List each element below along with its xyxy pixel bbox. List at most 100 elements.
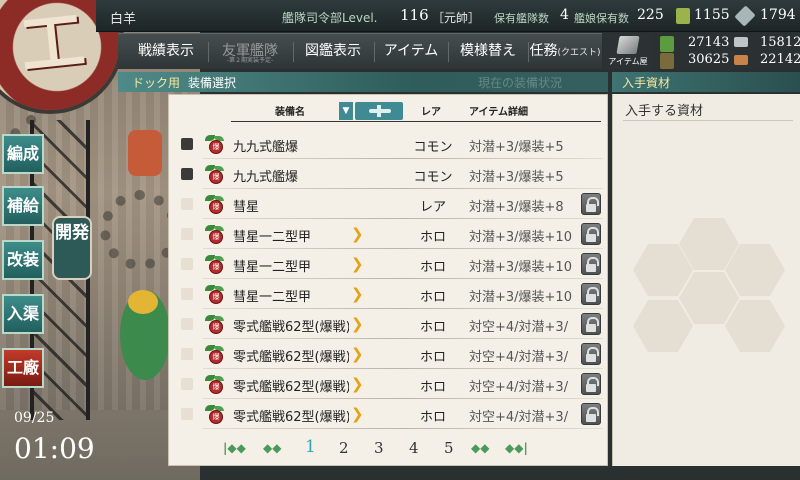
equipment-rarity: ホロ	[419, 350, 446, 365]
emblem-character: 工	[16, 2, 89, 85]
hex-slot	[633, 300, 693, 352]
table-row[interactable]: 爆九九式艦爆 コモン 対潜+3/爆装+5	[169, 129, 609, 159]
lock-icon[interactable]	[581, 283, 601, 305]
equipment-detail: 対空+4/対潜+3/	[469, 410, 569, 425]
column-header-detail: アイテム詳細	[469, 107, 528, 118]
menu-items[interactable]: アイテム	[376, 34, 446, 70]
equipment-rarity: ホロ	[419, 320, 446, 335]
next-page-button[interactable]: ◆◆	[471, 441, 489, 455]
column-header-name: 装備名	[275, 107, 305, 118]
row-checkbox[interactable]	[181, 258, 193, 270]
row-checkbox[interactable]	[181, 288, 193, 300]
bucket-icon	[676, 8, 690, 24]
improvement-chevron-icon: ❯	[351, 285, 364, 303]
equipment-rarity: ホロ	[419, 230, 446, 245]
steel-value: 15812	[760, 35, 800, 50]
table-row[interactable]: 爆零式艦戦62型(爆戦) ❯ ホロ 対空+4/対潜+3/	[169, 309, 609, 339]
equipment-rarity: ホロ	[419, 410, 446, 425]
improvement-chevron-icon: ❯	[351, 375, 364, 393]
breadcrumb: ドック用	[132, 76, 181, 90]
item-shop-icon	[616, 36, 640, 54]
row-checkbox[interactable]	[181, 378, 193, 390]
nav-remodel[interactable]: 改装	[2, 240, 44, 280]
table-row[interactable]: 爆彗星一二型甲 ❯ ホロ 対潜+3/爆装+10	[169, 249, 609, 279]
dive-bomber-icon: 爆	[205, 195, 225, 215]
improvement-chevron-icon: ❯	[351, 255, 364, 273]
row-divider	[203, 428, 603, 429]
nav-development-current[interactable]: 開発	[52, 216, 92, 280]
equipment-name: 彗星一二型甲	[233, 260, 312, 275]
dive-bomber-icon: 爆	[205, 405, 225, 425]
table-row[interactable]: 爆零式艦戦62型(爆戦) ❯ ホロ 対空+4/対潜+3/	[169, 369, 609, 399]
column-header-rarity: レア	[421, 107, 441, 118]
page-1[interactable]: 1	[305, 437, 316, 457]
bucket-count: 1155	[694, 7, 730, 23]
last-page-button[interactable]: ◆◆|	[505, 441, 528, 455]
equipment-name: 零式艦戦62型(爆戦)	[233, 350, 349, 365]
table-row[interactable]: 爆零式艦戦62型(爆戦) ❯ ホロ 対空+4/対潜+3/	[169, 339, 609, 369]
improvement-chevron-icon: ❯	[351, 345, 364, 363]
table-row[interactable]: 爆彗星 レア 対潜+3/爆装+8	[169, 189, 609, 219]
table-row[interactable]: 爆九九式艦爆 コモン 対潜+3/爆装+5	[169, 159, 609, 189]
dive-bomber-icon: 爆	[205, 375, 225, 395]
page-4[interactable]: 4	[409, 439, 419, 457]
equipment-detail: 対潜+3/爆装+10	[469, 230, 572, 245]
table-row[interactable]: 爆彗星一二型甲 ❯ ホロ 対潜+3/爆装+10	[169, 279, 609, 309]
equipment-rarity: コモン	[413, 170, 453, 185]
improvement-chevron-icon: ❯	[351, 225, 364, 243]
pagination: |◆◆ ◆◆ 1 2 3 4 5 ◆◆ ◆◆|	[169, 437, 609, 461]
nav-supply[interactable]: 補給	[2, 186, 44, 226]
time-display: 01:09	[14, 432, 95, 465]
item-shop-button[interactable]: アイテム屋	[603, 33, 653, 69]
row-checkbox[interactable]	[181, 318, 193, 330]
row-checkbox[interactable]	[181, 408, 193, 420]
page-2[interactable]: 2	[339, 439, 349, 457]
equipment-detail: 対潜+3/爆装+8	[469, 200, 564, 215]
equipment-list-panel: 装備名 ▼ レア アイテム詳細 爆九九式艦爆 コモン 対潜+3/爆装+5 爆九九式艦爆…	[168, 94, 608, 466]
page-title: 装備選択	[188, 76, 237, 90]
equipment-name: 零式艦戦62型(爆戦)	[233, 380, 349, 395]
menu-separator	[448, 42, 449, 62]
page-5[interactable]: 5	[444, 439, 454, 457]
nav-repair[interactable]: 入渠	[2, 294, 44, 334]
menu-record[interactable]: 戦績表示	[128, 34, 204, 70]
equipment-name: 零式艦戦62型(爆戦)	[233, 320, 349, 335]
row-checkbox[interactable]	[181, 198, 193, 210]
dive-bomber-icon: 爆	[205, 285, 225, 305]
table-row[interactable]: 爆彗星一二型甲 ❯ ホロ 対潜+3/爆装+10	[169, 219, 609, 249]
bauxite-value: 22142	[760, 52, 800, 67]
menu-quest[interactable]: 任務(クエスト)	[528, 34, 602, 70]
menu-quest-label: 任務	[529, 43, 558, 59]
menu-encyclopedia-label: 図鑑表示	[305, 43, 361, 59]
lock-icon[interactable]	[581, 223, 601, 245]
lock-icon[interactable]	[581, 373, 601, 395]
first-page-button[interactable]: |◆◆	[223, 441, 246, 455]
row-checkbox[interactable]	[181, 228, 193, 240]
nav-organize[interactable]: 編成	[2, 134, 44, 174]
acquired-materials-label: 入手する資材	[625, 104, 704, 119]
lock-icon[interactable]	[581, 343, 601, 365]
main-menu: 戦績表示 友軍艦隊 -第２期実装予定- 図鑑表示 アイテム 模様替え 任務(クエ…	[118, 33, 602, 69]
table-row[interactable]: 爆零式艦戦62型(爆戦) ❯ ホロ 対空+4/対潜+3/	[169, 399, 609, 429]
row-checkbox[interactable]	[181, 168, 193, 180]
dev-material-count: 1794	[760, 7, 796, 23]
nav-factory[interactable]: 工廠	[2, 348, 44, 388]
sort-dropdown-button[interactable]: ▼	[339, 102, 353, 120]
row-checkbox[interactable]	[181, 348, 193, 360]
lock-icon[interactable]	[581, 403, 601, 425]
menu-encyclopedia[interactable]: 図鑑表示	[295, 34, 371, 70]
page-3[interactable]: 3	[374, 439, 384, 457]
equipment-detail: 対空+4/対潜+3/	[469, 320, 569, 335]
header-divider	[231, 121, 601, 122]
dive-bomber-icon: 爆	[205, 165, 225, 185]
plane-filter-icon[interactable]	[355, 102, 403, 120]
lock-icon[interactable]	[581, 193, 601, 215]
equipment-name: 彗星	[233, 200, 260, 215]
prev-page-button[interactable]: ◆◆	[263, 441, 281, 455]
lock-icon[interactable]	[581, 313, 601, 335]
menu-interior[interactable]: 模様替え	[450, 34, 526, 70]
menu-record-label: 戦績表示	[138, 43, 194, 59]
row-checkbox[interactable]	[181, 138, 193, 150]
lock-icon[interactable]	[581, 253, 601, 275]
bauxite-icon	[734, 55, 748, 65]
